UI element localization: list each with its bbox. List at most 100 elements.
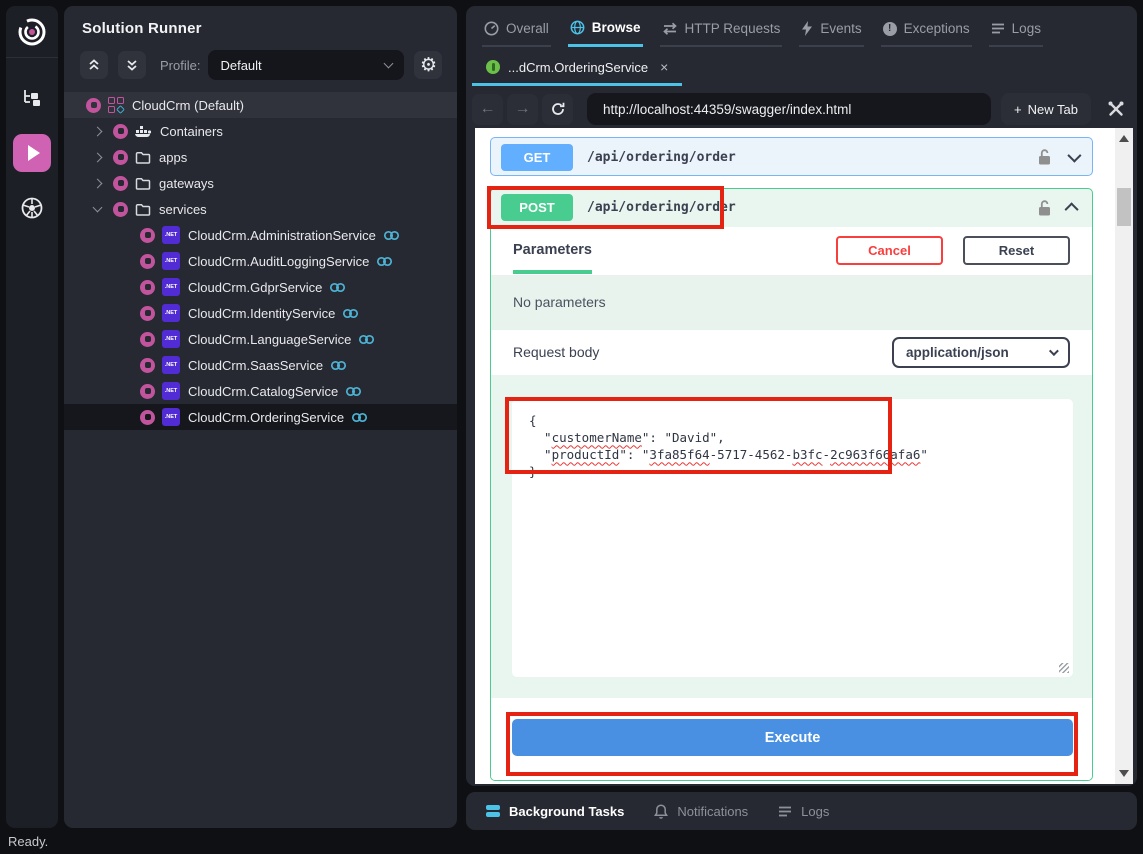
chevron-right-icon[interactable] xyxy=(93,126,103,136)
unlock-icon[interactable] xyxy=(1037,199,1052,217)
unlock-icon[interactable] xyxy=(1037,148,1052,166)
tree-row-apps[interactable]: apps xyxy=(64,144,457,170)
chevron-right-icon[interactable] xyxy=(93,152,103,162)
new-tab-button[interactable]: + New Tab xyxy=(1001,93,1091,125)
tab-overall[interactable]: Overall xyxy=(482,17,551,47)
link-icon[interactable] xyxy=(376,256,393,267)
link-icon[interactable] xyxy=(345,386,362,397)
scrollbar-thumb[interactable] xyxy=(1117,188,1131,226)
expand-all-button[interactable] xyxy=(118,51,146,79)
tab-exceptions[interactable]: ! Exceptions xyxy=(881,17,972,47)
status-donut-icon xyxy=(113,176,128,191)
status-donut-icon xyxy=(140,410,155,425)
link-icon[interactable] xyxy=(329,282,346,293)
folder-icon xyxy=(135,151,151,164)
content-scrollbar[interactable] xyxy=(1115,128,1133,784)
link-icon[interactable] xyxy=(351,412,368,423)
chevron-up-icon[interactable] xyxy=(1065,202,1079,216)
tree-row-gateways[interactable]: gateways xyxy=(64,170,457,196)
tab-events[interactable]: Events xyxy=(799,17,863,47)
dotnet-badge: .NET xyxy=(162,382,180,400)
cancel-button[interactable]: Cancel xyxy=(836,236,943,265)
execute-button[interactable]: Execute xyxy=(512,719,1073,756)
tree-row-service[interactable]: .NET CloudCrm.CatalogService xyxy=(64,378,457,404)
status-donut-icon xyxy=(140,228,155,243)
swap-arrows-icon xyxy=(662,22,678,35)
tree-row-solution[interactable]: CloudCrm (Default) xyxy=(64,92,457,118)
get-path: /api/ordering/order xyxy=(587,150,1037,165)
tree-row-service[interactable]: .NET CloudCrm.SaasService xyxy=(64,352,457,378)
tree-label: services xyxy=(159,202,207,217)
collapse-all-button[interactable] xyxy=(80,51,108,79)
reset-button[interactable]: Reset xyxy=(963,236,1070,265)
request-body-editor[interactable]: { "customerName": "David", "productId": … xyxy=(512,399,1073,677)
scroll-up-arrow[interactable] xyxy=(1119,135,1129,142)
refresh-icon xyxy=(551,102,565,116)
kubernetes-button[interactable] xyxy=(6,182,58,234)
tree-row-service[interactable]: .NET CloudCrm.LanguageService xyxy=(64,326,457,352)
chevron-down-icon xyxy=(1049,346,1059,356)
tab-label: Events xyxy=(820,21,861,36)
chevron-down-icon[interactable] xyxy=(1067,149,1081,163)
browser-tab-title: ...dCrm.OrderingService xyxy=(508,60,648,75)
status-donut-icon xyxy=(86,98,101,113)
background-tasks-icon xyxy=(486,805,500,817)
link-icon[interactable] xyxy=(342,308,359,319)
tab-browse[interactable]: Browse xyxy=(568,16,643,47)
parameters-tab[interactable]: Parameters xyxy=(513,242,592,274)
status-donut-icon xyxy=(140,306,155,321)
tree-row-service[interactable]: .NET CloudCrm.GdprService xyxy=(64,274,457,300)
background-tasks-button[interactable]: Background Tasks xyxy=(486,804,624,819)
back-icon: ← xyxy=(480,100,496,118)
tree-row-service[interactable]: .NET CloudCrm.AdministrationService xyxy=(64,222,457,248)
link-icon[interactable] xyxy=(383,230,400,241)
tab-logs[interactable]: Logs xyxy=(989,17,1043,47)
solution-icon xyxy=(108,97,124,113)
dotnet-badge: .NET xyxy=(162,408,180,426)
activity-rail xyxy=(6,6,58,828)
status-donut-icon xyxy=(113,202,128,217)
opblock-get-header[interactable]: GET /api/ordering/order xyxy=(491,138,1092,176)
link-icon[interactable] xyxy=(358,334,375,345)
scroll-down-arrow[interactable] xyxy=(1119,770,1129,777)
chevron-down-icon[interactable] xyxy=(93,203,103,213)
tree-label: CloudCrm.OrderingService xyxy=(188,410,344,425)
tree-row-service-selected[interactable]: .NET CloudCrm.OrderingService xyxy=(64,404,457,430)
tab-http-requests[interactable]: HTTP Requests xyxy=(660,17,783,47)
tree-row-service[interactable]: .NET CloudCrm.AuditLoggingService xyxy=(64,248,457,274)
notifications-button[interactable]: Notifications xyxy=(654,804,748,819)
profile-select[interactable]: Default xyxy=(208,50,404,80)
tree-row-services[interactable]: services xyxy=(64,196,457,222)
opblock-post-header[interactable]: POST /api/ordering/order xyxy=(491,189,1092,227)
parameters-header: Parameters Cancel Reset xyxy=(491,227,1092,275)
profile-value: Default xyxy=(220,58,261,73)
solution-explorer-button[interactable] xyxy=(6,72,58,124)
tree-label: CloudCrm (Default) xyxy=(132,98,244,113)
new-tab-label: New Tab xyxy=(1028,102,1078,117)
solution-tree: CloudCrm (Default) Containers apps xyxy=(64,92,457,430)
chevron-right-icon[interactable] xyxy=(93,178,103,188)
tree-row-service[interactable]: .NET CloudCrm.IdentityService xyxy=(64,300,457,326)
address-bar[interactable]: http://localhost:44359/swagger/index.htm… xyxy=(587,93,991,125)
status-text: Ready. xyxy=(8,834,48,849)
tree-label: CloudCrm.IdentityService xyxy=(188,306,335,321)
logs-button[interactable]: Logs xyxy=(778,804,829,819)
tree-label: gateways xyxy=(159,176,214,191)
browser-tools-button[interactable] xyxy=(1107,100,1125,118)
link-icon[interactable] xyxy=(330,360,347,371)
refresh-button[interactable] xyxy=(542,94,573,125)
notifications-label: Notifications xyxy=(677,804,748,819)
browser-tab-orderingservice[interactable]: ...dCrm.OrderingService × xyxy=(472,51,682,86)
resize-handle[interactable] xyxy=(1059,663,1069,673)
close-icon[interactable]: × xyxy=(660,59,668,75)
back-button[interactable]: ← xyxy=(472,94,503,125)
profile-label: Profile: xyxy=(160,58,200,73)
forward-button[interactable]: → xyxy=(507,94,538,125)
runner-settings-button[interactable]: ⚙ xyxy=(414,51,442,79)
tree-row-containers[interactable]: Containers xyxy=(64,118,457,144)
solution-runner-button[interactable] xyxy=(13,134,51,172)
content-type-select[interactable]: application/json xyxy=(892,337,1070,368)
tab-label: Exceptions xyxy=(904,21,970,36)
tree-label: CloudCrm.AdministrationService xyxy=(188,228,376,243)
solution-runner-panel: Solution Runner Profile: Default ⚙ Cloud… xyxy=(64,6,457,828)
